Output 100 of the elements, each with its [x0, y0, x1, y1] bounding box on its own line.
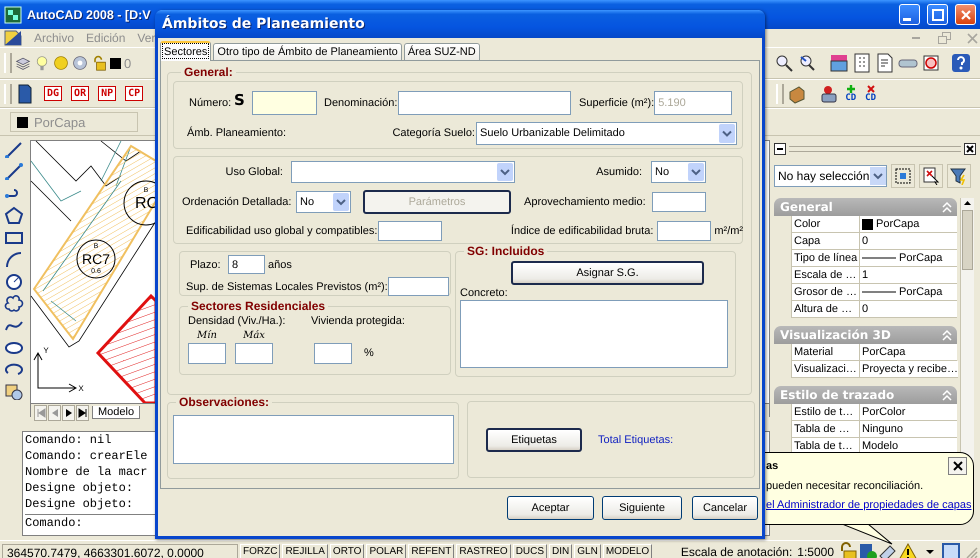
status-toggle[interactable]: POLAR [366, 544, 406, 558]
property-value[interactable]: PorCapa [859, 216, 957, 233]
tab[interactable]: Otro tipo de Ámbito de Planeamiento [213, 43, 402, 60]
dropdown[interactable]: No [296, 191, 351, 213]
close-icon[interactable] [964, 143, 976, 155]
input-field[interactable] [378, 221, 442, 241]
dialog-button[interactable]: Siguiente [602, 496, 682, 520]
layout-tab[interactable]: Modelo [92, 406, 140, 419]
pick-icon [922, 167, 940, 185]
toolbar-grip[interactable] [4, 53, 12, 73]
scrollbar-thumb[interactable] [962, 210, 973, 270]
property-value[interactable]: PorCapa [859, 284, 957, 301]
labels-button[interactable]: Etiquetas [486, 428, 582, 452]
input-field[interactable]: 8 [228, 255, 265, 274]
minimize-button[interactable] [899, 4, 920, 25]
line-icon[interactable] [4, 140, 24, 158]
toolbar-button[interactable]: CP [125, 86, 144, 101]
tab[interactable]: Área SUZ-ND [404, 43, 480, 60]
toolbar-grip[interactable] [4, 84, 12, 104]
toolbar-button[interactable]: DG [44, 86, 62, 101]
property-value[interactable]: 0 [859, 233, 957, 250]
dropdown[interactable]: Suelo Urbanizable Delimitado [476, 122, 737, 144]
toolbar-button[interactable]: CD [862, 84, 879, 103]
select-objects-button[interactable] [891, 164, 915, 188]
property-value[interactable]: PorCapa [859, 344, 957, 361]
robot-icon[interactable] [819, 84, 840, 104]
line-icon[interactable] [4, 162, 24, 180]
toolbar-button[interactable]: OR [71, 86, 90, 101]
cloud-icon[interactable] [921, 53, 941, 73]
tab[interactable]: Sectores [160, 41, 212, 61]
dialog-button[interactable]: Aceptar [507, 496, 594, 520]
input-field[interactable] [398, 91, 571, 115]
status-toggle[interactable]: FORZC [240, 544, 280, 558]
property-value[interactable]: 1 [859, 267, 957, 284]
selection-dropdown[interactable]: No hay selección [774, 165, 887, 187]
dropdown[interactable]: No [651, 161, 706, 183]
status-toggle[interactable]: ORTO [330, 544, 364, 558]
palette-icon[interactable] [829, 53, 849, 73]
chevron-up-icon[interactable] [941, 201, 953, 213]
collapse-icon[interactable] [774, 143, 786, 155]
status-toggle[interactable]: DUCS [512, 544, 548, 558]
text-area[interactable] [460, 300, 728, 368]
filter-button[interactable] [947, 164, 971, 188]
last-button[interactable] [76, 404, 89, 420]
resize-grip-icon[interactable] [964, 544, 978, 558]
text-area[interactable] [173, 415, 454, 464]
property-value[interactable]: Ninguno [859, 421, 957, 438]
status-toggle[interactable]: MODELO [602, 544, 652, 558]
property-value[interactable]: PorColor [859, 404, 957, 421]
command-prompt[interactable]: Comando: [25, 515, 83, 531]
input-field[interactable] [188, 342, 226, 364]
input-field[interactable] [252, 91, 317, 115]
padlock-icon[interactable] [91, 55, 107, 71]
chevron-up-icon[interactable] [941, 329, 953, 341]
scale-value[interactable]: 1:5000 [797, 544, 834, 558]
next-button[interactable] [62, 404, 75, 420]
layers-icon[interactable] [15, 55, 31, 71]
link[interactable]: el Administrador de propiedades de capas [766, 498, 972, 513]
property-value[interactable]: Proyecta y recibe… [859, 361, 958, 378]
property-value[interactable]: 0 [859, 301, 957, 318]
help-icon[interactable] [951, 53, 971, 73]
input-field[interactable] [657, 221, 712, 241]
input-field[interactable] [388, 277, 449, 296]
pick-button[interactable] [919, 164, 943, 188]
close-button[interactable] [948, 457, 967, 475]
status-toggle[interactable]: RASTREO [456, 544, 511, 558]
property-value[interactable]: PorCapa [859, 250, 957, 267]
sun-icon[interactable] [53, 55, 69, 71]
input-field[interactable] [652, 192, 706, 212]
toolbar-grip[interactable] [776, 84, 784, 104]
dropdown[interactable] [291, 161, 515, 183]
warning-icon[interactable] [898, 542, 918, 558]
first-button[interactable] [34, 404, 47, 420]
status-toggle[interactable]: REFENT [408, 544, 454, 558]
document-icon[interactable] [875, 53, 895, 73]
assign-button[interactable]: Asignar S.G. [511, 261, 704, 285]
maximize-button[interactable] [927, 4, 948, 25]
toolbar-button[interactable]: CD [842, 84, 860, 103]
input-field[interactable] [235, 342, 273, 364]
block-icon[interactable] [4, 382, 24, 400]
cloud-icon[interactable] [4, 294, 24, 312]
padlock-icon[interactable] [838, 542, 858, 558]
document-icon[interactable] [4, 30, 22, 46]
polygon-icon[interactable] [4, 206, 24, 224]
toolbar-button[interactable]: NP [98, 86, 116, 101]
window-icon[interactable] [942, 542, 960, 558]
scrollbar[interactable] [960, 198, 974, 460]
light-bulb-icon[interactable] [34, 55, 50, 71]
arc-icon[interactable] [4, 250, 24, 268]
chevron-up-icon[interactable] [941, 389, 953, 401]
input-field[interactable] [314, 342, 352, 364]
gear-icon[interactable] [72, 55, 88, 71]
box-icon[interactable] [787, 84, 808, 104]
dialog-button[interactable]: Cancelar [692, 496, 758, 520]
zoom-window-icon[interactable] [774, 53, 794, 73]
status-toggle[interactable]: DIN [549, 544, 572, 558]
status-toggle[interactable]: GLN [574, 544, 601, 558]
circle-icon[interactable] [4, 272, 24, 290]
status-toggle[interactable]: REJILLA [282, 544, 328, 558]
grid-icon[interactable] [852, 53, 872, 73]
